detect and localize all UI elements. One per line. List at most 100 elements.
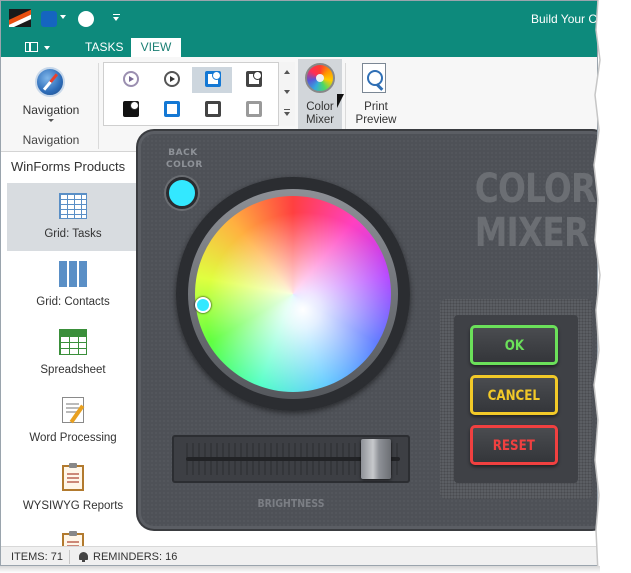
mixer-title: COLOR MIXER — [474, 166, 597, 256]
status-divider — [69, 550, 70, 564]
reset-button-label: RESET — [492, 438, 536, 454]
navigation-button[interactable]: Navigation — [11, 61, 91, 123]
navigation-sidebar: WinForms Products Grid: Tasks Grid: Cont… — [1, 153, 141, 546]
mixer-button-panel: OK CANCEL RESET — [440, 299, 592, 499]
skin-circle-dark-icon — [164, 71, 180, 87]
compass-icon — [35, 67, 65, 97]
office-icon — [205, 101, 221, 117]
sidebar-item-label: Grid: Tasks — [44, 228, 102, 240]
mixer-title-line2: MIXER — [474, 210, 590, 256]
color-mixer-label-line1: Color — [306, 101, 334, 113]
theme-dropdown-arrow-icon[interactable] — [60, 15, 66, 19]
torn-edge-decoration — [592, 0, 631, 573]
ribbon-tab-row: TASKS VIEW — [1, 36, 597, 57]
ok-button-label: OK — [504, 338, 524, 354]
color-wheel-picker-handle[interactable] — [195, 297, 211, 313]
ok-button[interactable]: OK — [470, 325, 558, 365]
gallery-item-skin-2[interactable] — [151, 67, 191, 93]
group-divider — [98, 63, 99, 149]
sidebar-item-word-processing[interactable]: Word Processing — [7, 387, 139, 455]
items-count: ITEMS: 71 — [11, 551, 63, 563]
back-color-label: BACK COLOR — [166, 147, 203, 171]
reset-button[interactable]: RESET — [470, 425, 558, 465]
mixer-button-panel-inner: OK CANCEL RESET — [454, 315, 578, 483]
reminders-count: REMINDERS: 16 — [93, 551, 178, 563]
document-edit-icon — [62, 397, 84, 423]
sidebar-item-grid-contacts[interactable]: Grid: Contacts — [7, 251, 139, 319]
brightness-slider[interactable] — [172, 435, 410, 483]
sidebar-item-partial[interactable] — [7, 523, 139, 546]
navigation-group-caption: Navigation — [22, 133, 80, 147]
sidebar-item-label: WYSIWYG Reports — [22, 500, 124, 512]
print-preview-button[interactable]: Print Preview — [348, 59, 404, 129]
chevron-up-icon[interactable] — [284, 70, 290, 74]
application-menu-icon — [25, 42, 38, 52]
color-mixer-panel: BACK COLOR COLOR MIXER BRIGHTNESS OK CAN… — [138, 131, 597, 529]
brightness-slider-thumb[interactable] — [360, 439, 391, 479]
app-logo-icon — [9, 9, 31, 27]
gallery-item-skin-3[interactable] — [192, 67, 232, 93]
cards-icon — [59, 261, 87, 287]
skin-gallery — [103, 62, 295, 126]
grid-icon — [59, 193, 87, 219]
sidebar-item-spreadsheet[interactable]: Spreadsheet — [7, 319, 139, 387]
cancel-button[interactable]: CANCEL — [470, 375, 558, 415]
tab-view[interactable]: VIEW — [131, 38, 181, 57]
app-window: Build Your C TASKS VIEW Navigation Navig… — [0, 0, 598, 566]
sidebar-item-label: Spreadsheet — [40, 364, 106, 376]
gallery-item-skin-8[interactable] — [233, 97, 273, 123]
palette-icon — [305, 63, 335, 93]
application-menu-button[interactable] — [11, 38, 53, 55]
office-blue-badge-icon — [205, 71, 221, 87]
sidebar-title: WinForms Products — [11, 159, 126, 174]
gallery-item-skin-1[interactable] — [110, 67, 150, 93]
title-bar: Build Your C — [1, 1, 597, 36]
print-preview-label-line1: Print — [364, 101, 388, 113]
sidebar-item-label: Grid: Contacts — [36, 296, 110, 308]
window-title: Build Your C — [531, 12, 598, 26]
navigation-button-label: Navigation — [22, 103, 80, 117]
spreadsheet-icon — [59, 329, 87, 355]
chevron-down-icon[interactable] — [284, 90, 290, 94]
clipboard-icon — [62, 531, 84, 546]
office-grey-icon — [246, 101, 262, 117]
office-badge-icon — [246, 71, 262, 87]
back-color-label-line1: BACK — [168, 148, 198, 158]
back-color-label-line2: COLOR — [166, 160, 203, 170]
chevron-down-icon — [44, 46, 50, 50]
bell-icon — [79, 552, 88, 562]
bottom-shadow-decoration — [0, 566, 600, 573]
cancel-button-label: CANCEL — [487, 388, 541, 404]
status-bar: ITEMS: 71 REMINDERS: 16 — [1, 546, 597, 565]
mouse-cursor-icon — [337, 94, 344, 108]
clipboard-icon — [62, 463, 84, 491]
color-wheel-bezel — [176, 177, 410, 411]
navigation-group: Navigation Navigation — [1, 57, 101, 152]
print-preview-label-line2: Preview — [355, 114, 397, 126]
quick-access-circle-icon[interactable] — [78, 11, 94, 27]
color-wheel[interactable] — [195, 196, 391, 392]
print-preview-icon — [362, 63, 386, 93]
theme-selector-icon[interactable] — [41, 11, 57, 27]
office-blue-icon — [164, 101, 180, 117]
back-color-swatch[interactable] — [166, 177, 198, 209]
mixer-title-line1: COLOR — [474, 166, 597, 212]
office-black-badge-icon — [123, 101, 139, 117]
color-mixer-label-line2: Mixer — [305, 114, 335, 126]
chevron-down-icon — [48, 119, 54, 122]
tab-tasks[interactable]: TASKS — [75, 38, 133, 57]
customize-quick-access-icon[interactable] — [113, 14, 121, 22]
sidebar-item-grid-tasks[interactable]: Grid: Tasks — [7, 183, 139, 251]
color-wheel-rim — [188, 189, 398, 399]
gallery-item-skin-5[interactable] — [110, 97, 150, 123]
brightness-label: BRIGHTNESS — [257, 497, 325, 510]
gallery-item-skin-6[interactable] — [151, 97, 191, 123]
skin-circle-icon — [123, 71, 139, 87]
gallery-item-skin-7[interactable] — [192, 97, 232, 123]
gallery-item-skin-4[interactable] — [233, 67, 273, 93]
sidebar-item-label: Word Processing — [29, 432, 117, 444]
color-mixer-button[interactable]: Color Mixer — [298, 59, 342, 129]
gallery-expand-icon[interactable] — [284, 109, 290, 116]
sidebar-item-wysiwyg-reports[interactable]: WYSIWYG Reports — [7, 455, 139, 523]
gallery-scrollbar[interactable] — [278, 62, 295, 126]
